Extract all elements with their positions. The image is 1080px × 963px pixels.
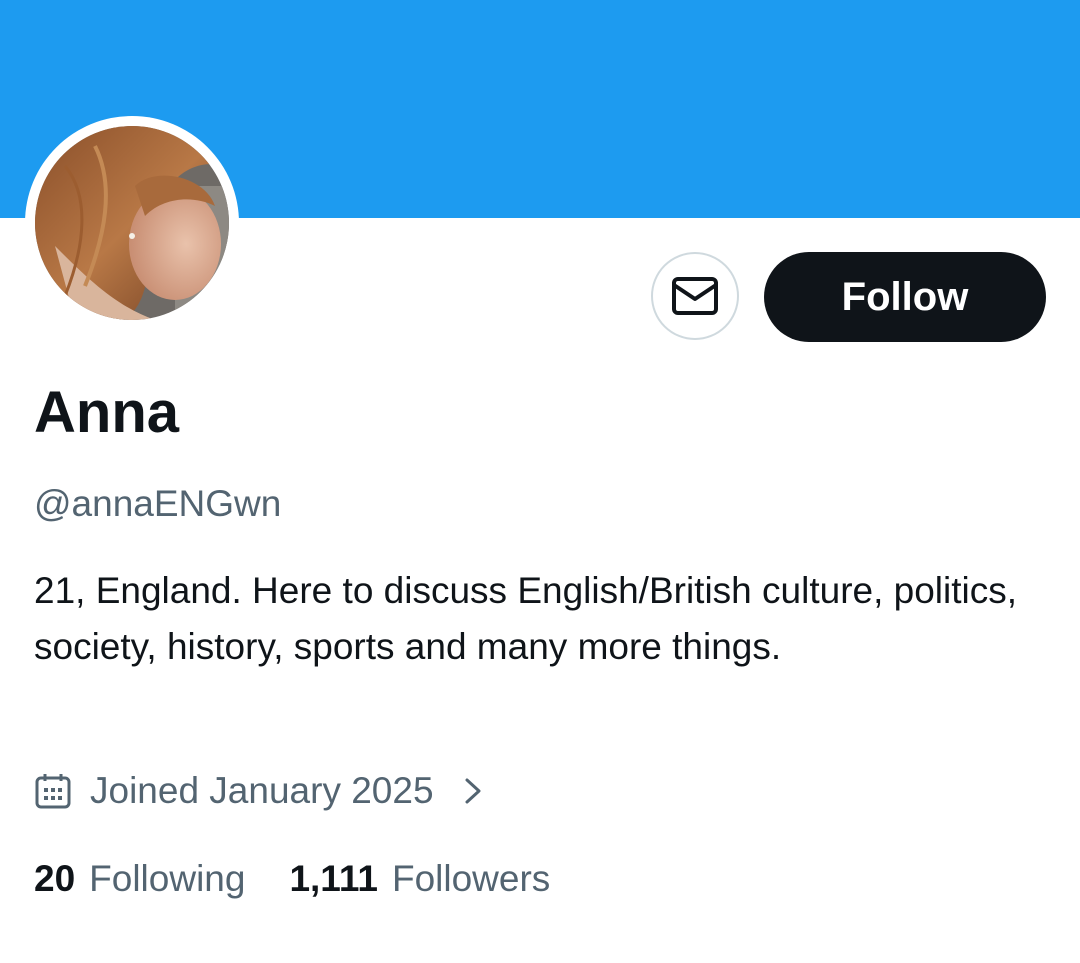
followers-label: Followers xyxy=(391,858,551,899)
username-handle: @annaENGwn xyxy=(34,483,282,524)
profile-photo xyxy=(35,126,229,320)
profile-bio: 21, England. Here to discuss English/Bri… xyxy=(34,570,1018,667)
display-name: Anna xyxy=(34,380,179,445)
calendar-icon xyxy=(35,774,71,809)
joined-date-row[interactable]: Joined January 2025 xyxy=(34,766,486,816)
following-link[interactable]: 20 Following xyxy=(34,858,245,900)
following-count: 20 xyxy=(34,858,76,899)
follow-button[interactable]: Follow xyxy=(764,252,1046,342)
message-button[interactable] xyxy=(651,252,739,340)
follow-stats: 20 Following 1,111 Followers xyxy=(34,853,550,905)
joined-date-text: Joined January 2025 xyxy=(90,770,434,811)
avatar[interactable] xyxy=(25,116,239,330)
followers-count: 1,111 xyxy=(289,858,378,899)
following-label: Following xyxy=(89,858,246,899)
envelope-icon xyxy=(672,277,718,315)
followers-link[interactable]: 1,111 Followers xyxy=(289,858,550,900)
profile-header: Follow Anna @annaENGwn 21, England. Here… xyxy=(0,0,1080,963)
chevron-right-icon xyxy=(465,778,481,804)
